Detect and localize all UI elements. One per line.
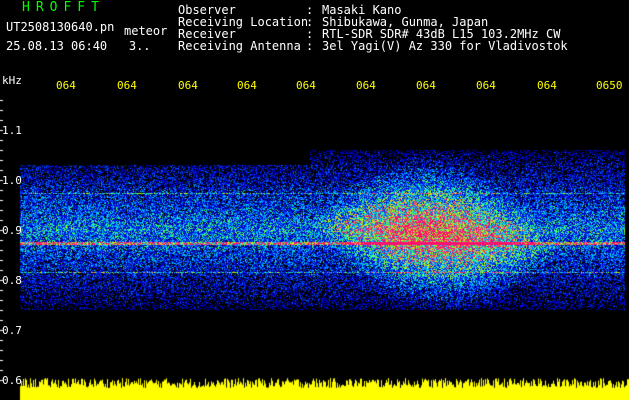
file-name: UT2508130640.pn	[6, 20, 115, 34]
y-tick-label: 1.1	[2, 124, 22, 137]
file-tag: meteor	[124, 24, 168, 38]
y-tick-label: 0.6	[2, 374, 22, 387]
meta-key: Receiving Antenna	[178, 39, 301, 53]
meta-value: 3el Yagi(V) Az 330 for Vladivostok	[322, 39, 568, 53]
count-label: 3..	[128, 39, 151, 53]
y-tick-label: 0.9	[2, 224, 22, 237]
x-tick-label: 064	[117, 79, 137, 92]
x-tick-label: 0650	[596, 79, 623, 92]
y-tick-label: 0.8	[2, 274, 22, 287]
date-line: 25.08.13 06:40 3..	[6, 40, 151, 52]
x-tick-label: 064	[56, 79, 76, 92]
station-meta: Observer: Masaki Kano Receiving Location…	[178, 4, 568, 52]
x-tick-label: 064	[476, 79, 496, 92]
y-axis-unit: kHz	[2, 74, 22, 87]
app-title: HROFFT	[22, 0, 105, 15]
x-tick-label: 064	[537, 79, 557, 92]
date-time: 25.08.13 06:40	[6, 39, 108, 53]
y-tick-label: 0.7	[2, 324, 22, 337]
spectrogram-canvas	[0, 0, 629, 400]
x-tick-label: 064	[356, 79, 376, 92]
y-tick-label: 1.0	[2, 174, 22, 187]
meta-row-antenna: Receiving Antenna: 3el Yagi(V) Az 330 fo…	[178, 39, 568, 53]
x-tick-label: 064	[178, 79, 198, 92]
x-tick-label: 064	[237, 79, 257, 92]
x-tick-label: 064	[296, 79, 316, 92]
x-tick-label: 064	[416, 79, 436, 92]
